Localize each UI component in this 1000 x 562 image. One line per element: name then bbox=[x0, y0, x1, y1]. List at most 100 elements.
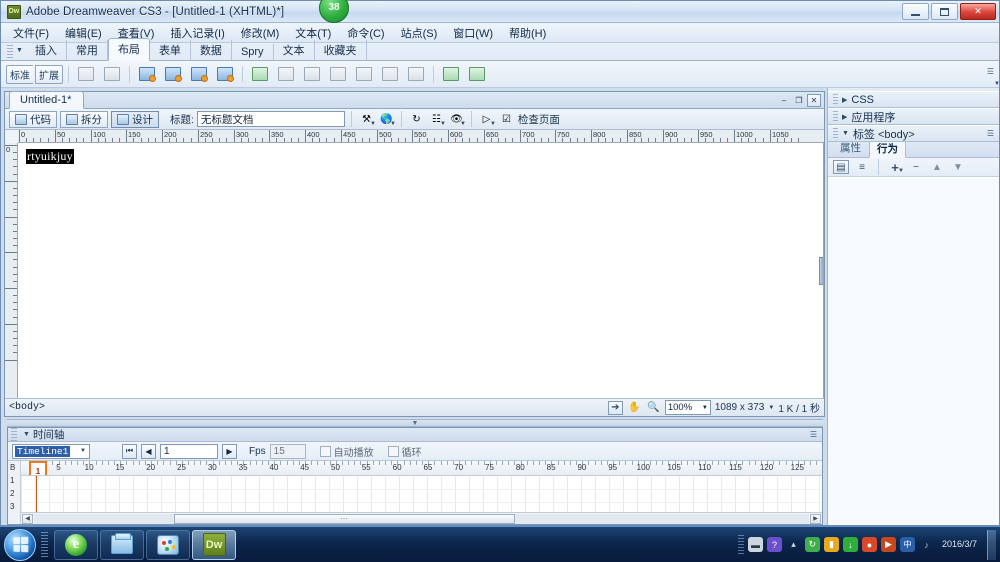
taskbar-windows-explorer[interactable] bbox=[100, 529, 144, 560]
insert-tab-layout[interactable]: 布局 bbox=[107, 38, 150, 61]
panel-splitter[interactable]: ▼ bbox=[7, 419, 823, 427]
timeline-horizontal-scrollbar[interactable]: ◀ ⋯ ▶ bbox=[21, 512, 822, 524]
tray-shield-icon[interactable]: ▮ bbox=[823, 537, 839, 552]
add-behavior-icon[interactable]: + ▼ bbox=[887, 160, 904, 175]
toolbar-options-icon[interactable]: ☰ bbox=[987, 67, 994, 76]
design-view-button[interactable]: 设计 bbox=[111, 110, 159, 128]
preview-in-browser-button[interactable]: 🌎 ▼ bbox=[378, 111, 396, 128]
document-restore-button[interactable]: ❐ bbox=[792, 94, 806, 107]
menu-site[interactable]: 站点(S) bbox=[393, 23, 446, 43]
tray-volume-icon[interactable]: ♪ bbox=[919, 537, 934, 552]
chevron-down-icon[interactable]: ▼ bbox=[994, 81, 1000, 87]
insert-tab-common[interactable]: 常用 bbox=[67, 40, 108, 60]
layout-table-button[interactable] bbox=[465, 65, 489, 84]
iframe-button[interactable] bbox=[378, 65, 402, 84]
move-up-icon[interactable]: ▲ bbox=[929, 160, 945, 174]
document-minimize-button[interactable]: – bbox=[777, 94, 791, 107]
insert-row-above-button[interactable] bbox=[274, 65, 298, 84]
tag-selector[interactable]: <body> bbox=[9, 402, 45, 413]
layout-mode-expanded-button[interactable]: 扩展 bbox=[35, 64, 63, 84]
canvas-resize-handle[interactable] bbox=[819, 256, 823, 285]
tray-safe-removal-icon[interactable]: ▬ bbox=[747, 537, 763, 552]
loop-checkbox[interactable]: 循环 bbox=[387, 444, 422, 459]
minimize-button[interactable] bbox=[902, 3, 929, 20]
taskbar-clock[interactable]: 2016/3/7 bbox=[938, 539, 981, 550]
menu-help[interactable]: 帮助(H) bbox=[501, 23, 554, 43]
draw-div-tag-button[interactable] bbox=[74, 65, 98, 84]
zoom-level-select[interactable]: 100% ▼ bbox=[664, 400, 711, 415]
insert-tab-data[interactable]: 数据 bbox=[191, 40, 232, 60]
panel-grip-icon[interactable] bbox=[833, 94, 838, 105]
layout-mode-standard-button[interactable]: 标准 bbox=[6, 64, 33, 84]
insert-tab-spry[interactable]: Spry bbox=[232, 44, 274, 60]
insert-column-right-button[interactable] bbox=[352, 65, 376, 84]
show-desktop-button[interactable] bbox=[987, 529, 996, 560]
rewind-to-start-button[interactable]: ⏮ bbox=[122, 443, 137, 459]
show-all-events-icon[interactable]: ≡ bbox=[854, 160, 870, 174]
chevron-down-icon[interactable]: ▼ bbox=[23, 431, 30, 438]
spry-accordion-button[interactable] bbox=[213, 65, 237, 84]
fluid-grid-button[interactable] bbox=[439, 65, 463, 84]
panel-css[interactable]: ▶ CSS bbox=[828, 91, 999, 108]
tray-media-icon[interactable]: ▶ bbox=[880, 537, 896, 552]
frames-button[interactable]: ▼ bbox=[404, 65, 1000, 87]
tray-expand-icon[interactable]: ▴ bbox=[786, 537, 801, 552]
spry-tabbed-panels-button[interactable] bbox=[187, 65, 211, 84]
tray-expand-grip-icon[interactable] bbox=[737, 534, 744, 555]
vertical-ruler[interactable]: 0 bbox=[5, 143, 18, 398]
panel-tag-body[interactable]: ▼ 标签 <body> ☰ bbox=[828, 125, 999, 142]
taskbar-internet-explorer[interactable]: e bbox=[54, 529, 98, 560]
code-view-button[interactable]: 代码 bbox=[9, 110, 57, 128]
view-options-button[interactable]: ☷ ▼ bbox=[428, 111, 446, 128]
hand-tool-icon[interactable]: ✋ bbox=[627, 401, 642, 415]
maximize-button[interactable] bbox=[931, 3, 958, 20]
check-page-label[interactable]: 检查页面 bbox=[518, 112, 560, 127]
taskbar-dreamweaver[interactable]: Dw bbox=[192, 529, 236, 560]
tray-update-icon[interactable]: ↻ bbox=[804, 537, 820, 552]
remove-behavior-icon[interactable]: − bbox=[908, 160, 924, 174]
menu-window[interactable]: 窗口(W) bbox=[445, 23, 501, 43]
panel-application[interactable]: ▶ 应用程序 bbox=[828, 108, 999, 125]
panel-grip-icon[interactable] bbox=[833, 128, 838, 139]
current-frame-input[interactable] bbox=[160, 443, 218, 459]
window-size-value[interactable]: 1089 x 373 bbox=[715, 402, 765, 413]
timeline-tracks[interactable] bbox=[21, 476, 822, 512]
tray-antivirus-icon[interactable]: ● bbox=[861, 537, 877, 552]
panel-grip-icon[interactable] bbox=[833, 111, 838, 122]
document-close-button[interactable]: ✕ bbox=[807, 94, 821, 107]
insert-tab-favorites[interactable]: 收藏夹 bbox=[315, 40, 367, 60]
select-tool-icon[interactable]: ➔ bbox=[607, 400, 623, 415]
taskbar-paint[interactable] bbox=[146, 529, 190, 560]
panel-grip-icon[interactable] bbox=[11, 427, 17, 442]
spry-menu-bar-button[interactable] bbox=[161, 65, 185, 84]
fps-input[interactable] bbox=[269, 443, 306, 459]
chevron-down-icon[interactable]: ▼ bbox=[768, 405, 774, 411]
zoom-tool-icon[interactable]: 🔍 bbox=[646, 401, 661, 415]
close-button[interactable]: ✕ bbox=[960, 3, 996, 20]
tray-download-icon[interactable]: ↓ bbox=[842, 537, 858, 552]
timeline-name-select[interactable]: Timeline1 ▼ bbox=[12, 443, 90, 459]
scroll-left-icon[interactable]: ◀ bbox=[22, 513, 33, 524]
file-management-button[interactable]: ⚒ ▼ bbox=[358, 111, 376, 128]
scrollbar-track[interactable]: ⋯ bbox=[34, 513, 809, 524]
document-selected-text[interactable]: rtyuikjuy bbox=[26, 149, 74, 164]
tray-input-method-icon[interactable]: 中 bbox=[899, 537, 915, 552]
visual-aids-button[interactable]: 👁 ▼ bbox=[448, 111, 466, 128]
scrollbar-thumb[interactable]: ⋯ bbox=[173, 513, 515, 524]
spry-layout-button[interactable] bbox=[100, 65, 124, 84]
timeline-frame-ruler[interactable]: 1 5 10 15 20 25 30 35 40 45 50 55 60 65 70 75 80 85 90 95 1… bbox=[21, 461, 822, 476]
panel-options-icon[interactable]: ☰ bbox=[987, 129, 994, 138]
tray-help-icon[interactable]: ? bbox=[766, 537, 782, 552]
refresh-design-view-button[interactable]: ↻ bbox=[408, 111, 425, 127]
insert-row-below-button[interactable] bbox=[300, 65, 324, 84]
insert-tab-forms[interactable]: 表单 bbox=[150, 40, 191, 60]
move-down-icon[interactable]: ▼ bbox=[950, 160, 966, 174]
panel-grip-icon[interactable] bbox=[7, 44, 13, 59]
insert-tab-text[interactable]: 文本 bbox=[274, 40, 315, 60]
timeline-playhead[interactable]: 1 bbox=[29, 461, 47, 475]
step-forward-button[interactable]: ▶ bbox=[222, 443, 237, 459]
validate-markup-button[interactable]: ▷ ▼ bbox=[478, 111, 496, 128]
chevron-down-icon[interactable]: ▼ bbox=[16, 47, 23, 54]
insert-column-left-button[interactable] bbox=[326, 65, 350, 84]
behaviors-list[interactable] bbox=[828, 177, 999, 525]
